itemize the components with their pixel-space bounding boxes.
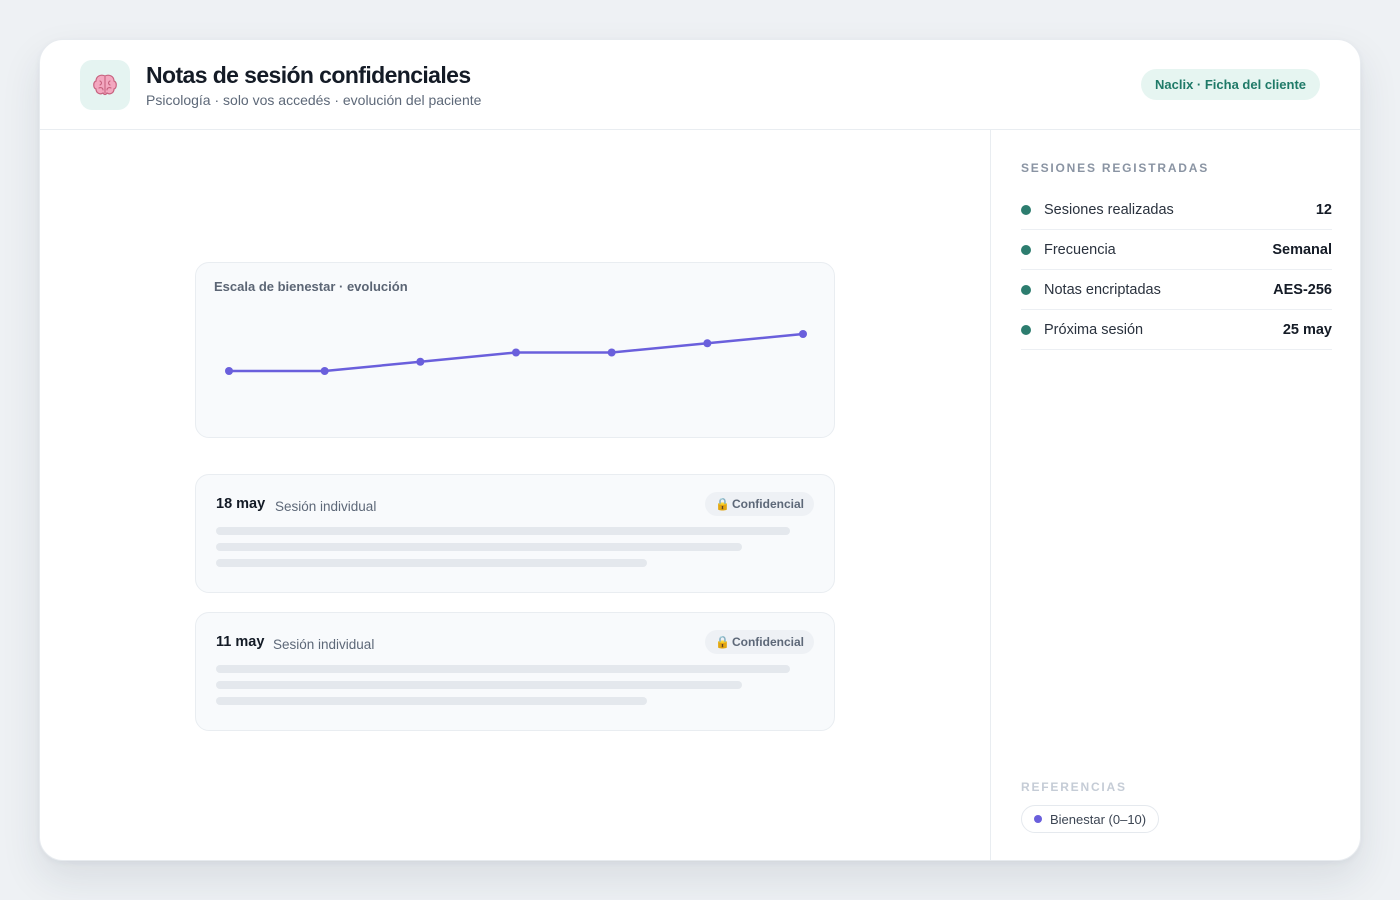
session-card[interactable]: 11 may Sesión individual 🔒 Confidencial: [195, 612, 835, 731]
data-point[interactable]: [320, 367, 329, 375]
data-point[interactable]: [416, 357, 425, 366]
status-dot: [1021, 244, 1031, 255]
lock-icon: 🔒: [715, 635, 730, 649]
stat-value: Semanal: [1272, 241, 1332, 258]
note-placeholder-line: [216, 665, 790, 673]
data-point[interactable]: [799, 330, 807, 338]
app-window: Notas de sesión confidenciales Psicologí…: [39, 39, 1361, 861]
data-point[interactable]: [225, 367, 233, 375]
page-title: Notas de sesión confidenciales: [146, 62, 471, 88]
stat-row-encryption: Notas encriptadas AES-256: [1021, 270, 1332, 310]
data-point[interactable]: [607, 348, 616, 357]
stat-value: 12: [1315, 201, 1332, 218]
wellbeing-chart-card: Escala de bienestar · evolución: [195, 262, 835, 438]
session-date: 18 may: [216, 496, 266, 512]
stat-label: Próxima sesión: [1044, 321, 1144, 338]
page-subtitle: Psicología · solo vos accedés · evolució…: [146, 92, 482, 108]
header: Notas de sesión confidenciales Psicologí…: [40, 40, 1360, 130]
confidential-badge: 🔒 Confidencial: [705, 630, 814, 654]
note-placeholder-line: [216, 697, 647, 705]
session-card[interactable]: 18 may Sesión individual 🔒 Confidencial: [195, 474, 835, 593]
note-placeholder-line: [216, 543, 742, 551]
stat-value: 25 may: [1282, 321, 1332, 338]
legend-label: Bienestar (0–10): [1050, 811, 1147, 827]
stat-label: Notas encriptadas: [1044, 281, 1161, 298]
sessions-heading: SESIONES REGISTRADAS: [1021, 161, 1210, 175]
wellbeing-chart: [225, 330, 807, 375]
legend-chip[interactable]: Bienestar (0–10): [1021, 805, 1160, 833]
stat-label: Frecuencia: [1044, 241, 1116, 258]
references-heading: REFERENCIAS: [1021, 780, 1127, 794]
note-placeholder-line: [216, 681, 742, 689]
status-dot: [1021, 204, 1031, 215]
data-point[interactable]: [703, 339, 712, 348]
note-placeholder-line: [216, 527, 790, 535]
sidebar: SESIONES REGISTRADAS Sesiones realizadas…: [990, 130, 1360, 860]
data-point[interactable]: [512, 348, 520, 357]
client-file-badge[interactable]: Naclix · Ficha del cliente: [1141, 69, 1320, 100]
lock-icon: 🔒: [715, 497, 730, 511]
session-type: Sesión individual: [275, 499, 377, 514]
confidential-badge: 🔒 Confidencial: [705, 492, 814, 516]
status-dot: [1021, 284, 1031, 295]
note-placeholder-line: [216, 559, 647, 567]
status-dot: [1021, 324, 1031, 335]
stat-label: Sesiones realizadas: [1044, 201, 1174, 218]
stat-row-sessions: Sesiones realizadas 12: [1021, 190, 1332, 230]
stat-row-next-session: Próxima sesión 25 may: [1021, 310, 1332, 350]
session-type: Sesión individual: [273, 637, 375, 652]
brain-icon: [80, 60, 130, 110]
stat-row-frequency: Frecuencia Semanal: [1021, 230, 1332, 270]
confidential-label: Confidencial: [731, 497, 804, 511]
stats-list: Sesiones realizadas 12 Frecuencia Semana…: [1021, 190, 1332, 350]
session-date: 11 may: [216, 634, 265, 650]
confidential-label: Confidencial: [731, 635, 804, 649]
legend-dot: [1034, 815, 1042, 823]
stat-value: AES-256: [1273, 281, 1332, 298]
